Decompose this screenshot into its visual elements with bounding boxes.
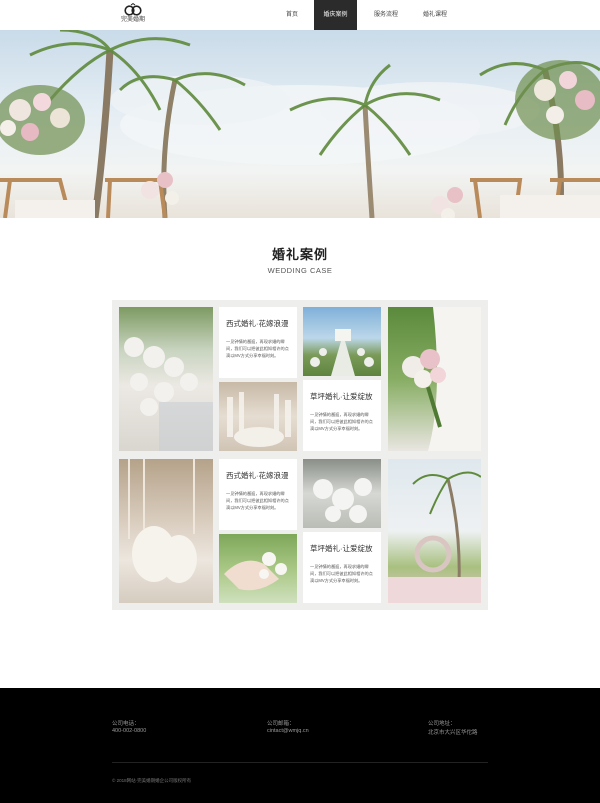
main-nav: 首页 婚庆案例 服务流程 婚礼课程 <box>270 0 455 30</box>
case-card-4[interactable]: 草坪婚礼·让爱绽放 一见钟情的邂逅，再现求婚的瞬间，我们可以把彼此相知相许的点滴… <box>303 532 381 603</box>
case-desc: 一见钟情的邂逅，再现求婚的瞬间，我们可以把彼此相知相许的点滴以MV方式分享幸福时… <box>226 339 289 358</box>
footer-email-label: 公司邮箱： <box>267 721 295 727</box>
nav-wedding-course[interactable]: 婚礼课程 <box>415 0 455 30</box>
case-title: 草坪婚礼·让爱绽放 <box>310 544 373 553</box>
site-footer <box>0 688 600 803</box>
case-image-bride-bouquet[interactable] <box>388 307 481 451</box>
footer-phone-label: 公司电话： <box>112 721 140 727</box>
case-image-feather-stage[interactable] <box>119 459 213 603</box>
case-card-2[interactable]: 草坪婚礼·让爱绽放 一见钟情的邂逅，再现求婚的瞬间，我们可以把彼此相知相许的点滴… <box>303 380 381 451</box>
footer-divider <box>112 762 488 763</box>
footer-address-label: 公司地址： <box>428 721 456 727</box>
footer-address: 北京市大兴区华佗路 <box>428 730 478 736</box>
nav-home[interactable]: 首页 <box>270 0 314 30</box>
case-card-3[interactable]: 西式婚礼·花嫁浪漫 一见钟情的邂逅，再现求婚的瞬间，我们可以把彼此相知相许的点滴… <box>219 459 297 530</box>
footer-phone[interactable]: 400-002-0800 <box>112 728 146 734</box>
nav-service-process[interactable]: 服务流程 <box>357 0 415 30</box>
hero-banner-image <box>0 30 600 218</box>
footer-email[interactable]: cintact@wmjq.cn <box>267 728 309 734</box>
case-desc: 一见钟情的邂逅，再现求婚的瞬间，我们可以把彼此相知相许的点滴以MV方式分享幸福时… <box>310 564 373 583</box>
case-title: 草坪婚礼·让爱绽放 <box>310 392 373 401</box>
nav-wedding-cases[interactable]: 婚庆案例 <box>314 0 357 30</box>
case-image-crystal-stage[interactable] <box>219 382 297 451</box>
case-card-1[interactable]: 西式婚礼·花嫁浪漫 一见钟情的邂逅，再现求婚的瞬间，我们可以把彼此相知相许的点滴… <box>219 307 297 378</box>
logo[interactable]: 完美婚期 <box>113 3 153 27</box>
site-header: 完美婚期 首页 婚庆案例 服务流程 婚礼课程 <box>0 0 600 30</box>
case-title: 西式婚礼·花嫁浪漫 <box>226 471 289 480</box>
case-image-lawn-aisle[interactable] <box>303 307 381 376</box>
case-image-floral-arch[interactable] <box>388 459 481 603</box>
case-desc: 一见钟情的邂逅，再现求婚的瞬间，我们可以把彼此相知相许的点滴以MV方式分享幸福时… <box>226 491 289 510</box>
rings-logo-icon <box>124 3 142 16</box>
case-gallery: 西式婚礼·花嫁浪漫 一见钟情的邂逅，再现求婚的瞬间，我们可以把彼此相知相许的点滴… <box>112 300 488 610</box>
case-title: 西式婚礼·花嫁浪漫 <box>226 319 289 328</box>
case-desc: 一见钟情的邂逅，再现求婚的瞬间，我们可以把彼此相知相许的点滴以MV方式分享幸福时… <box>310 412 373 431</box>
section-title: 婚礼案例 <box>271 247 328 262</box>
case-image-banquet-flowers[interactable] <box>119 307 213 451</box>
case-image-hands-flowers[interactable] <box>219 534 297 603</box>
section-subtitle: WEDDING CASE <box>267 266 333 275</box>
case-image-white-florals[interactable] <box>303 459 381 528</box>
footer-copyright: © 2018网站·完美婚期婚企公司版权所有 <box>112 778 192 783</box>
logo-text: 完美婚期 <box>120 17 145 23</box>
